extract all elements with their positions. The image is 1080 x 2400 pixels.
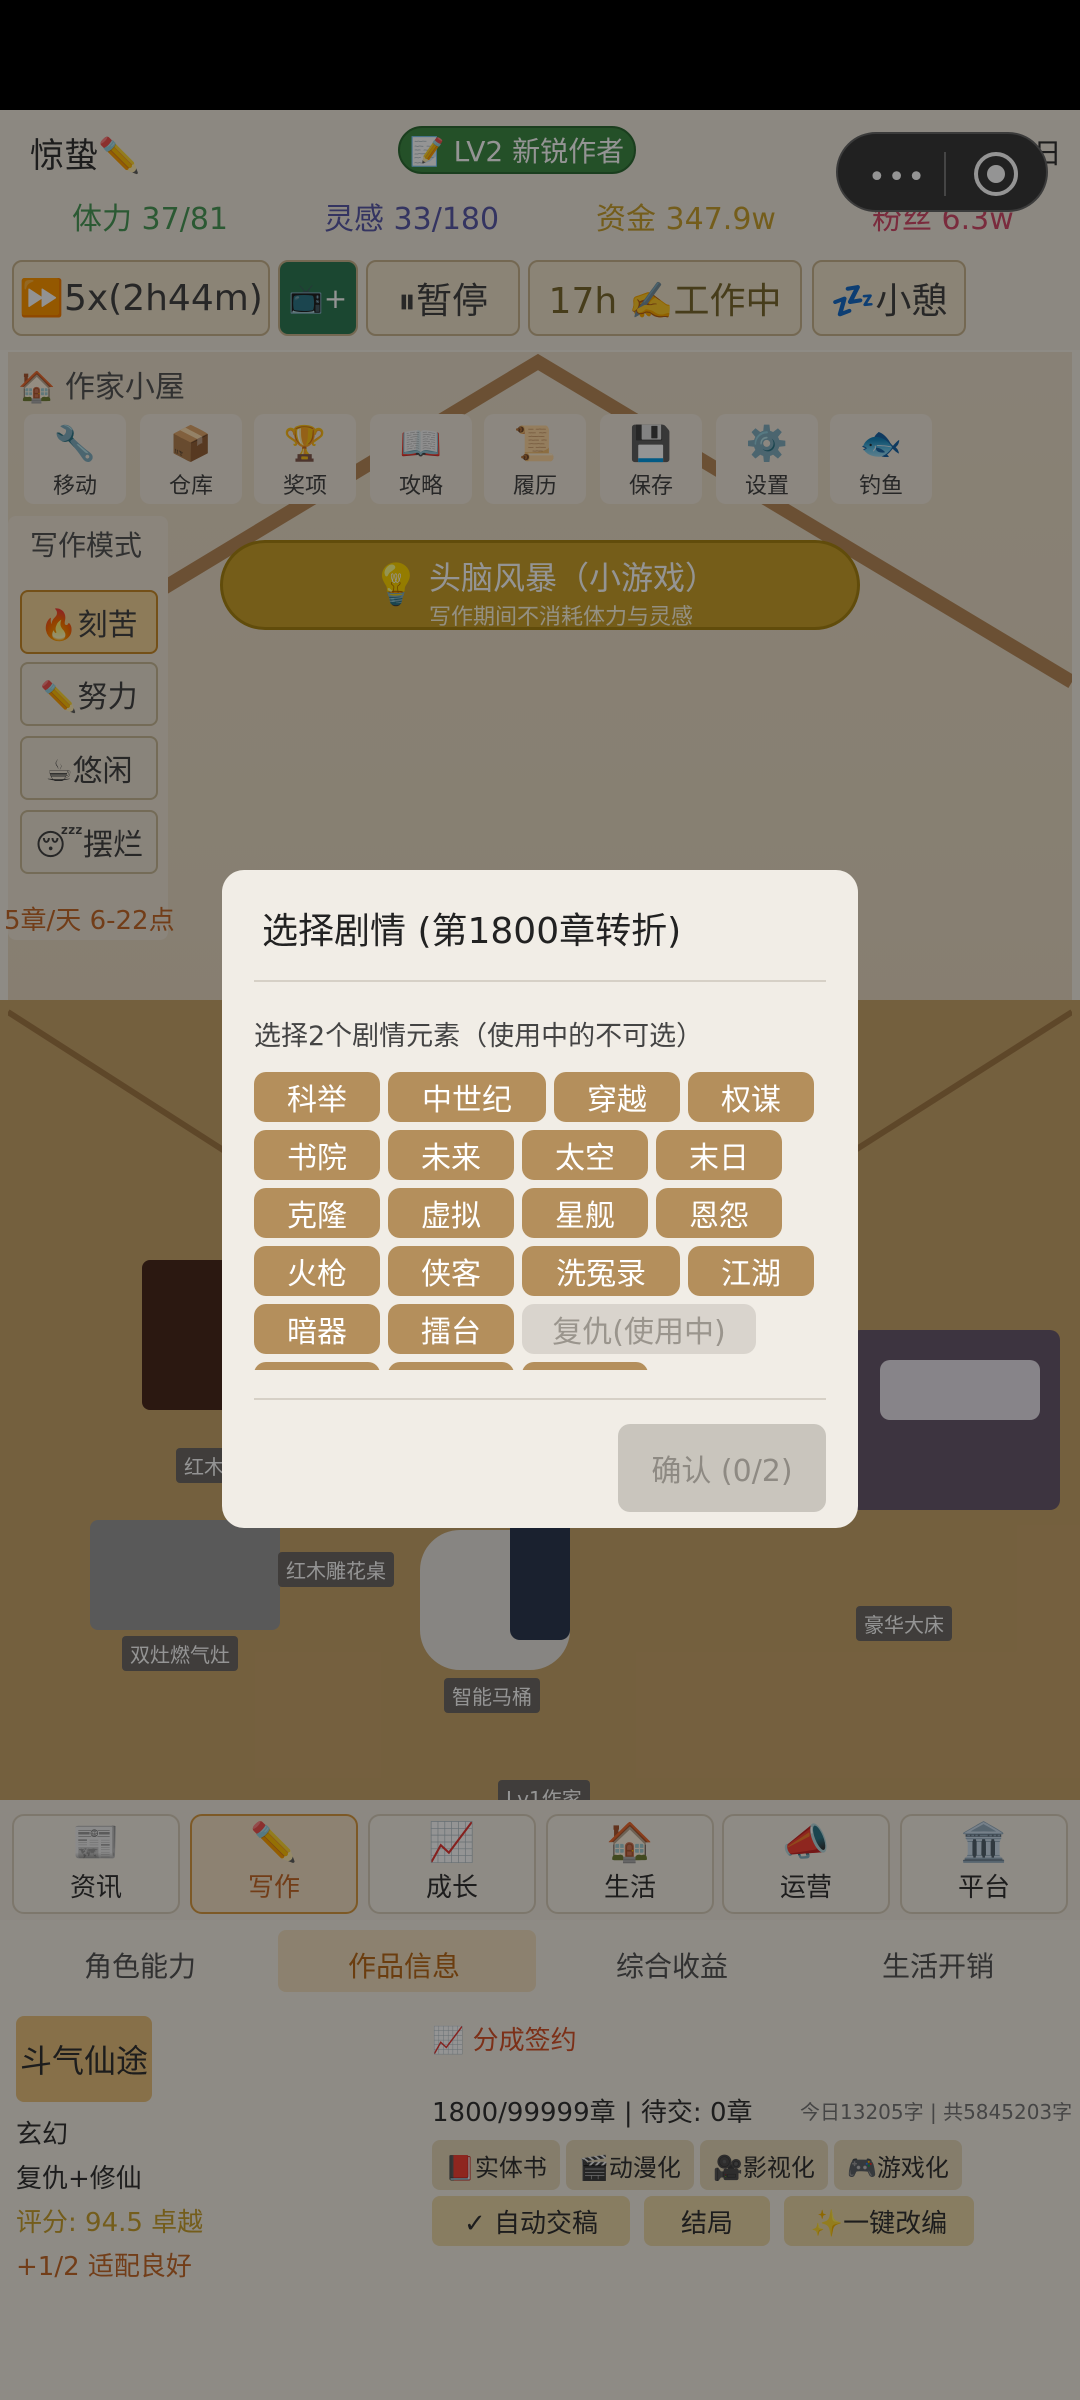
plot-chip[interactable]: 虚拟 (388, 1188, 514, 1238)
plot-chip[interactable]: 科举 (254, 1072, 380, 1122)
dialog-footer-divider (254, 1398, 826, 1400)
plot-chip[interactable]: 克隆 (254, 1188, 380, 1238)
dialog-divider (254, 980, 826, 982)
plot-chip[interactable]: 书院 (254, 1130, 380, 1180)
plot-chip-in-use: 复仇(使用中) (522, 1304, 756, 1354)
plot-chip[interactable]: 江湖 (688, 1246, 814, 1296)
plot-chip[interactable]: 侠客 (388, 1246, 514, 1296)
confirm-button[interactable]: 确认 (0/2) (618, 1424, 826, 1512)
plot-chip[interactable]: 星舰 (522, 1188, 648, 1238)
plot-chip[interactable]: 恩怨 (656, 1188, 782, 1238)
plot-chip-partial[interactable] (522, 1362, 648, 1370)
plot-chip[interactable]: 末日 (656, 1130, 782, 1180)
plot-chip[interactable]: 中世纪 (388, 1072, 546, 1122)
dialog-title: 选择剧情 (第1800章转折) (262, 911, 682, 952)
plot-chip[interactable]: 暗器 (254, 1304, 380, 1354)
plot-chip[interactable]: 权谋 (688, 1072, 814, 1122)
plot-chip[interactable]: 擂台 (388, 1304, 514, 1354)
plot-chip[interactable]: 未来 (388, 1130, 514, 1180)
plot-chip[interactable]: 太空 (522, 1130, 648, 1180)
dialog-instruction: 选择2个剧情元素（使用中的不可选） (254, 1021, 704, 1052)
plot-chip[interactable]: 穿越 (554, 1072, 680, 1122)
plot-chip-partial[interactable] (254, 1362, 380, 1370)
plot-chip[interactable]: 洗冤录 (522, 1246, 680, 1296)
plot-chip[interactable]: 火枪 (254, 1246, 380, 1296)
plot-element-list[interactable]: 科举 中世纪 穿越 权谋 书院 未来 太空 末日 克隆 虚拟 星舰 恩怨 火枪 … (254, 1070, 834, 1370)
plot-chip-partial[interactable] (388, 1362, 514, 1370)
